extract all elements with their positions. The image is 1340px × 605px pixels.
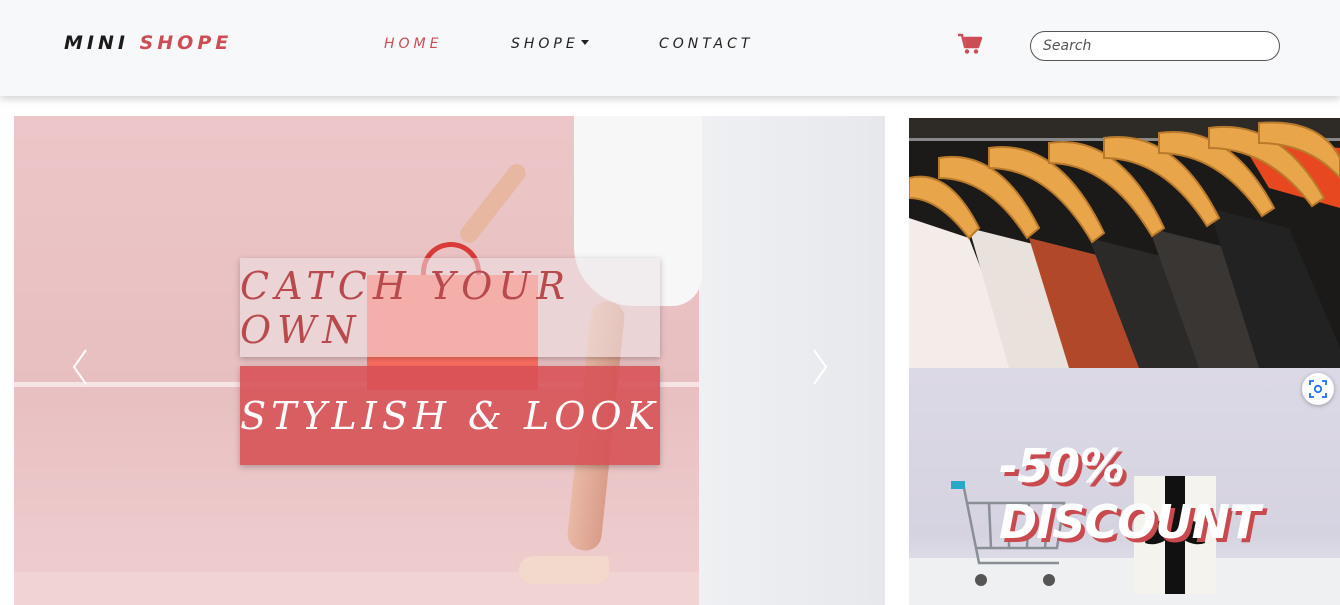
brand-name-primary: MINI xyxy=(64,32,129,54)
brand-logo[interactable]: MINI SHOPE xyxy=(64,32,232,54)
hero-headline-line1: CATCH YOUR OWN xyxy=(240,258,660,357)
discount-text: -50% DISCOUNT xyxy=(999,438,1261,550)
promo-clothes-image[interactable] xyxy=(909,118,1340,368)
nav-dropdown-shope[interactable]: SHOPE xyxy=(511,36,589,52)
model-heel-shoe xyxy=(519,556,609,584)
visual-search-button[interactable] xyxy=(1302,373,1334,405)
hero-headline-line2: STYLISH & LOOK xyxy=(240,366,660,465)
shopping-cart-icon[interactable] xyxy=(957,33,983,55)
navbar: MINI SHOPE HOME SHOPE CONTACT xyxy=(0,0,1340,96)
nav-dropdown-shope-label: SHOPE xyxy=(511,36,579,52)
promo-discount-banner[interactable]: -50% DISCOUNT xyxy=(909,368,1340,605)
brand-name-accent: SHOPE xyxy=(139,32,233,54)
search-input[interactable] xyxy=(1030,31,1280,61)
discount-percent: -50% xyxy=(999,439,1125,493)
nav-link-home[interactable]: HOME xyxy=(384,36,442,52)
chevron-right-icon[interactable] xyxy=(806,346,834,388)
discount-label: DISCOUNT xyxy=(999,495,1261,549)
hero-background-door xyxy=(699,116,885,605)
caret-down-icon xyxy=(580,40,589,45)
hangers-illustration xyxy=(909,118,1340,368)
hero-carousel: CATCH YOUR OWN STYLISH & LOOK xyxy=(14,116,885,605)
visual-search-icon xyxy=(1309,380,1327,398)
chevron-left-icon[interactable] xyxy=(66,346,94,388)
nav-link-contact[interactable]: CONTACT xyxy=(659,36,753,52)
